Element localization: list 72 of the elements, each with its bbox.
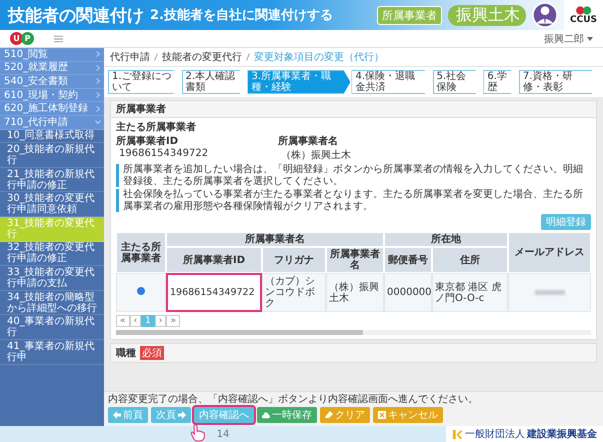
- logo-letter-circle: U: [10, 32, 23, 45]
- chevron-icon: [96, 64, 100, 71]
- foundation-type-text: 一般財団法人: [465, 428, 526, 441]
- sidebar-item[interactable]: 510_閲覧: [0, 48, 104, 62]
- sidebar-item[interactable]: 520_就業履歴: [0, 62, 104, 76]
- foundation-name: 建設業振興基金: [527, 428, 598, 441]
- close-icon: [378, 411, 386, 419]
- field-value: （株）振興土木: [280, 148, 352, 162]
- column-header: 所属事業者名: [326, 247, 384, 273]
- person-avatar-icon: [532, 2, 558, 28]
- sidebar-item[interactable]: 620_施工体制登録: [0, 102, 104, 116]
- sidebar-item[interactable]: 710_代行申請: [0, 116, 104, 130]
- radio-button[interactable]: [137, 287, 145, 295]
- slide-title: 技能者の関連付け: [8, 4, 144, 26]
- arrow-right-icon: [178, 411, 186, 419]
- column-header: 郵便番号: [384, 247, 432, 273]
- field-value: 19686154349722: [118, 148, 208, 159]
- pagination-button[interactable]: ›: [154, 315, 166, 327]
- menu-icon[interactable]: [54, 34, 63, 42]
- chevron-icon: [96, 78, 100, 84]
- breadcrumb-link[interactable]: 技能者の変更代行: [162, 50, 242, 64]
- eraser-icon: [325, 411, 333, 419]
- cloud-icon: [262, 411, 270, 419]
- company-name-pill: 振興土木: [448, 4, 526, 26]
- column-header: メールアドレス: [508, 232, 591, 273]
- column-group-header: 所属事業者名: [166, 232, 384, 247]
- chevron-icon: [96, 92, 100, 98]
- chevron-icon: [96, 51, 100, 58]
- column-header: 主たる所属事業者: [116, 232, 166, 273]
- table-cell: （株）振興土木: [326, 273, 384, 312]
- pointing-hand-icon: [190, 424, 206, 442]
- blurred-email-placeholder: [534, 290, 564, 295]
- pagination-button[interactable]: »: [166, 315, 180, 327]
- table-cell: 19686154349722: [166, 273, 262, 312]
- column-header: フリガナ: [262, 247, 326, 273]
- info-note: 所属事業者を追加したい場合は、「明細登録」ボタンから所属事業者の情報を入力してください。明細登録後、主たる所属事業者を選択してください。: [116, 164, 591, 187]
- instruction-text: 内容変更完了の場合、「内容確認へ」ボタンより内容確認画面へ進んでください。: [108, 394, 479, 406]
- user-menu[interactable]: 振興二郎: [544, 32, 593, 46]
- ccus-logo-text: CCUS: [570, 14, 597, 24]
- card-title: 所属事業者: [111, 101, 596, 118]
- field-label: 所属事業者名: [278, 134, 340, 148]
- action-button[interactable]: 一時保存: [257, 407, 317, 423]
- column-header: 所属事業者ID: [166, 247, 262, 273]
- chevron-icon: [96, 106, 100, 112]
- breadcrumb-link[interactable]: 代行申請: [110, 50, 150, 64]
- sidebar-item[interactable]: 610_現場・契約: [0, 88, 104, 102]
- arrow-left-icon: [113, 411, 121, 419]
- column-header: 住所: [432, 247, 508, 273]
- table-cell: （カブ）シンコウドボク: [262, 273, 326, 312]
- required-badge: 必須: [140, 346, 164, 360]
- pagination-button[interactable]: ‹: [130, 315, 142, 327]
- breadcrumb-separator-icon: [154, 53, 158, 61]
- horizontal-scrollbar[interactable]: [116, 330, 591, 335]
- column-group-header: 所在地: [384, 232, 508, 247]
- pagination-button[interactable]: «: [116, 315, 130, 327]
- ccus-logo-icon: [574, 6, 592, 14]
- role-badge: 所属事業者: [377, 6, 442, 24]
- field-label: 所属事業者ID: [116, 134, 180, 148]
- table-cell: 0000000: [384, 273, 432, 312]
- chevron-icon: [95, 120, 101, 124]
- section-heading: 主たる所属事業者: [116, 120, 197, 134]
- foundation-logo-icon: [452, 428, 464, 440]
- table-cell: 東京都 港区 虎ノ門O-O-c: [432, 273, 508, 312]
- logo-letter-circle: P: [21, 32, 34, 45]
- breadcrumb-link[interactable]: 変更対象項目の変更（代行）: [254, 50, 384, 64]
- caret-icon[interactable]: [587, 36, 593, 41]
- card-title: 職種: [116, 346, 136, 360]
- sidebar-item[interactable]: 540_安全書類: [0, 75, 104, 89]
- wizard-step[interactable]: 3.所属事業者・職種・経験: [247, 70, 350, 94]
- breadcrumb-separator-icon: [246, 53, 250, 61]
- page-number: 14: [216, 428, 230, 440]
- slide-subtitle: 2.技能者を自社に関連付けする: [150, 7, 333, 24]
